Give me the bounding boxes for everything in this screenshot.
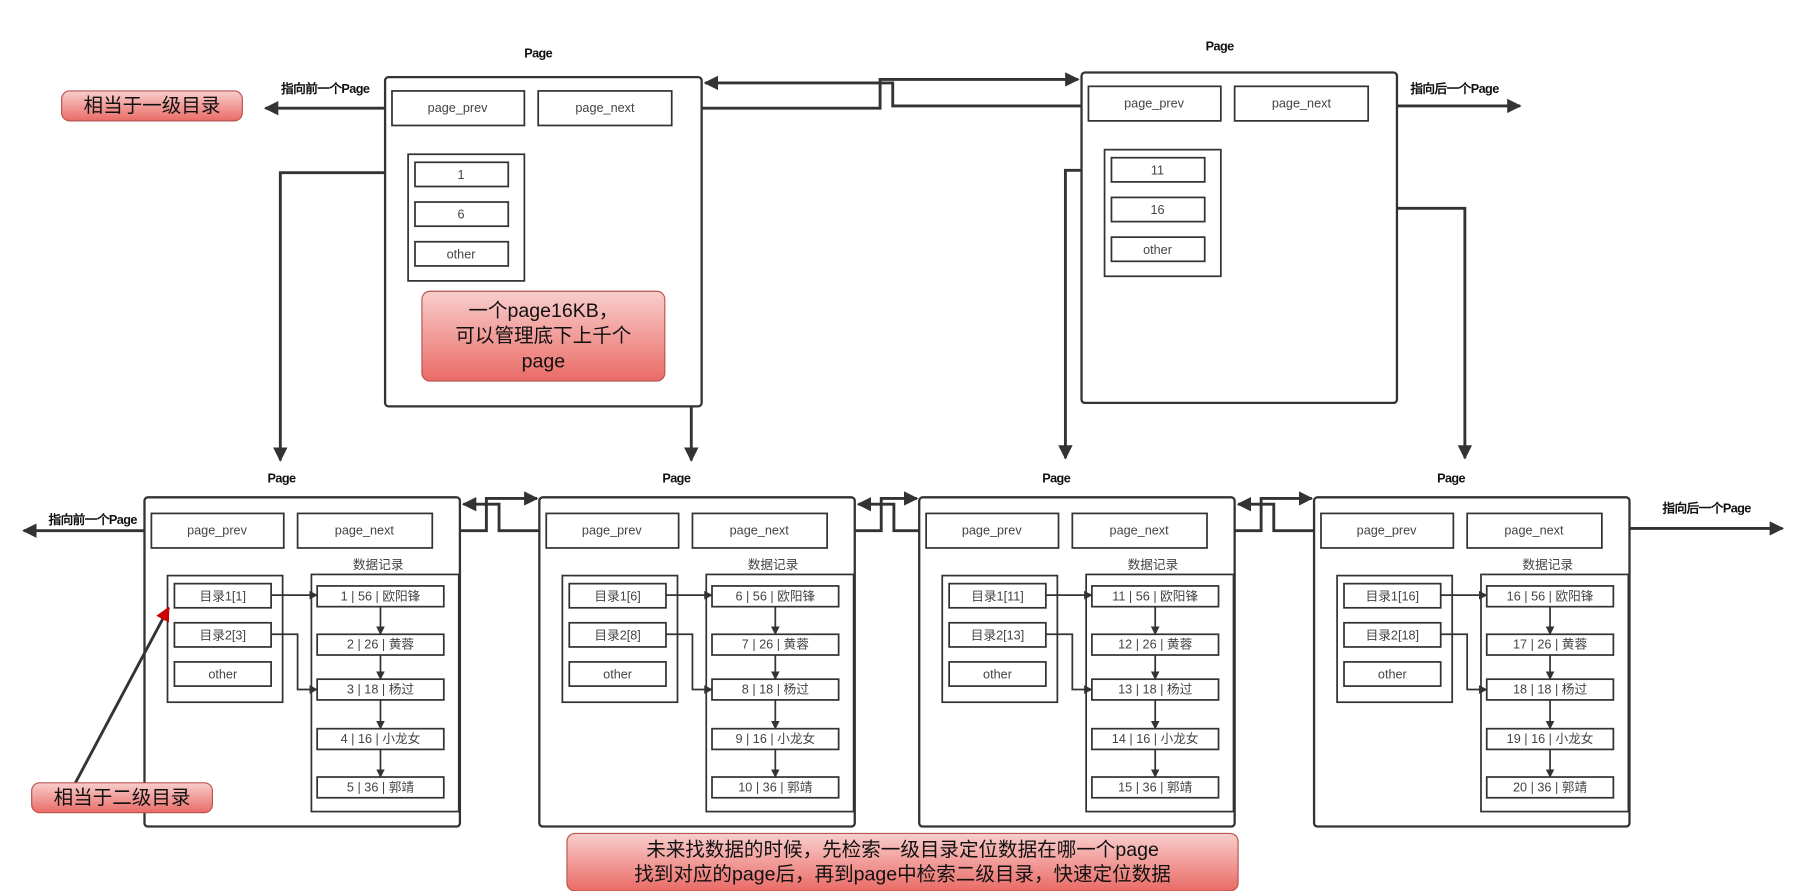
directory-entry-label: other [208,668,237,682]
page-prev-label: page_prev [962,524,1022,538]
data-record-label: 19 | 16 | 小龙女 [1507,731,1594,746]
directory-entry-label: other [603,668,632,682]
data-record-label: 9 | 16 | 小龙女 [735,731,815,746]
page-prev-label: page_prev [187,524,247,538]
prev-page-link [856,497,927,533]
directory-entry-label: other [1378,668,1407,682]
level1-directory-note: 相当于一级目录 [61,90,243,122]
leaf-page: Page page_prev page_next 数据记录目录1[1] 目录2[3] ot… [143,471,462,828]
prev-page-label: 指向前一个Page [281,81,370,96]
prev-page-link [703,75,1089,108]
records-title: 数据记录 [1128,558,1179,572]
index-entry-label: 11 [1151,163,1164,177]
data-record-label: 20 | 36 | 郭靖 [1513,779,1587,794]
directory-entry-label: 目录1[1] [200,589,246,603]
index-entry-label: other [1143,243,1172,257]
page-size-note-text: 可以管理底下上千个 [455,325,631,347]
leaf-page: Page page_prev page_next 数据记录目录1[16] 目录2[18]… [1312,471,1631,828]
directory-entry-label: 目录1[6] [594,589,640,603]
leaf-page: Page page_prev page_next 数据记录目录1[6] 目录2[8] ot… [538,471,856,828]
directory-entry-label: 目录2[3] [200,628,246,642]
page-next-label: page_next [575,101,635,115]
page-next-label: page_next [730,524,790,538]
data-record-label: 2 | 26 | 黄蓉 [347,638,414,652]
page-next-label: page_next [1504,524,1564,538]
prev-page-link [461,497,547,533]
page-prev-label: page_prev [428,101,488,115]
page-next-label: page_next [1110,524,1170,538]
data-record-label: 18 | 18 | 杨过 [1513,683,1587,697]
data-record-label: 6 | 56 | 欧阳锋 [735,589,815,603]
records-title: 数据记录 [1522,558,1573,572]
directory-entry-label: 目录1[16] [1366,589,1419,603]
directory-entry-label: other [983,668,1012,682]
page-size-note-text: page [522,350,565,372]
level2-directory-note: 相当于二级目录 [31,782,213,814]
page-prev-label: page_prev [582,524,642,538]
directory-entry-label: 目录1[11] [971,589,1024,603]
search-process-note-text: 找到对应的page后，再到page中检索二级目录，快速定位数据 [634,863,1171,885]
data-record-label: 13 | 18 | 杨过 [1118,683,1192,697]
data-record-label: 5 | 36 | 郭靖 [347,779,414,794]
records-title: 数据记录 [748,558,799,572]
data-record-label: 17 | 26 | 黄蓉 [1513,638,1587,652]
leaf-page: Page page_prev page_next 数据记录目录1[11] 目录2[13]… [918,471,1236,828]
data-record-label: 7 | 26 | 黄蓉 [742,638,809,652]
page-title: Page [1206,40,1234,54]
index-entry-label: 1 [458,168,465,182]
data-record-label: 14 | 16 | 小龙女 [1112,731,1199,746]
index-entry-label: 6 [458,208,465,222]
pages-layer: Pagepage_prev page_next16otherPagepage_pr… [143,40,1631,828]
data-record-label: 4 | 16 | 小龙女 [341,731,421,746]
page-prev-label: page_prev [1124,97,1184,111]
records-title: 数据记录 [353,558,404,572]
page-next-label: page_next [1272,97,1332,111]
data-record-label: 3 | 18 | 杨过 [347,683,414,697]
page-size-note-text: 一个page16KB， [468,300,618,322]
page-size-note: 一个page16KB， 可以管理底下上千个 page [421,290,666,382]
search-process-note: 未来找数据的时候，先检索一级目录定位数据在哪一个page找到对应的page后，再… [566,832,1239,891]
level1-directory-note-text: 相当于一级目录 [84,95,221,117]
page-title: Page [524,47,552,61]
index-entry-label: other [447,247,476,261]
index-entry-label: 16 [1150,203,1164,217]
page-next-label: page_next [335,524,395,538]
data-record-label: 1 | 56 | 欧阳锋 [341,589,421,603]
search-process-note-text: 未来找数据的时候，先检索一级目录定位数据在哪一个page [646,839,1159,861]
data-record-label: 8 | 18 | 杨过 [742,683,809,697]
data-record-label: 10 | 36 | 郭靖 [738,779,812,794]
prev-page-label: 指向前一个Page [49,512,138,527]
data-record-label: 12 | 26 | 黄蓉 [1118,638,1192,652]
btree-page-diagram: 指向前一个Page 指向后一个Page 指向前一个Page 指向后一个Page Pag… [22,40,1785,891]
level2-directory-note-text: 相当于二级目录 [54,787,191,809]
directory-entry-label: 目录2[18] [1366,628,1419,642]
next-page-label: 指向后一个Page [1410,81,1499,96]
page-title: Page [1437,471,1465,485]
directory-entry-label: 目录2[13] [971,628,1024,642]
next-page-label: 指向后一个Page [1662,500,1751,515]
data-record-label: 11 | 56 | 欧阳锋 [1112,589,1198,603]
page-prev-label: page_prev [1357,524,1417,538]
directory-entry-label: 目录2[8] [594,628,640,642]
data-record-label: 15 | 36 | 郭靖 [1118,779,1192,794]
data-record-label: 16 | 56 | 欧阳锋 [1507,589,1594,603]
prev-page-link [1236,497,1321,533]
page-title: Page [1042,471,1070,485]
top-page: Page page_prev page_next 11 16 other [1080,40,1399,405]
page-title: Page [662,471,690,485]
links-layer: 指向前一个Page 指向后一个Page 指向前一个Page 指向后一个Page [22,72,1785,538]
page-title: Page [268,471,296,485]
